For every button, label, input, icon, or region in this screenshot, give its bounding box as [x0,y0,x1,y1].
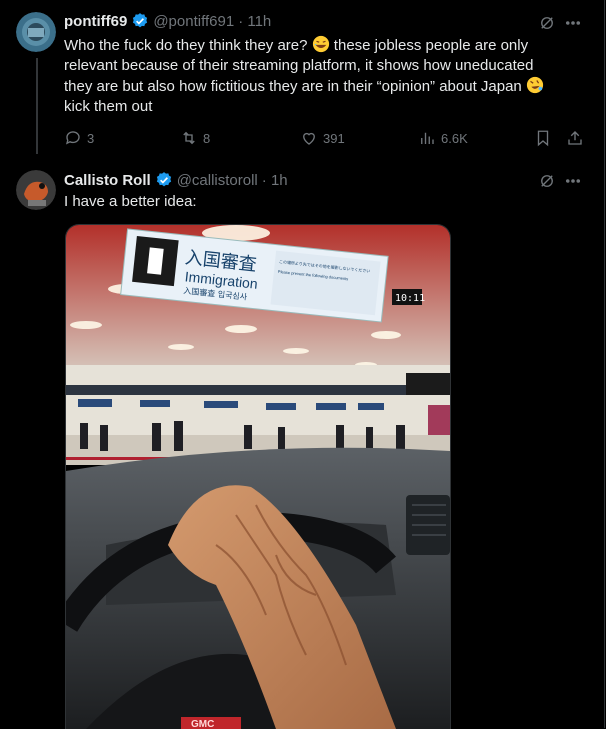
reply-button[interactable]: 3 [64,129,94,147]
display-name[interactable]: Callisto Roll [64,172,151,189]
tweet-header: pontiff69 @pontiff691 · 11h [64,12,271,30]
avatar[interactable] [16,12,56,52]
thread-line [36,58,38,154]
clock-display: 10:11 [395,293,425,304]
views-button[interactable]: 6.6K [418,129,468,147]
tweet-text-part: kick them out [64,98,153,115]
grok-icon[interactable] [538,172,556,195]
avatar[interactable] [16,170,56,210]
more-icon[interactable] [564,172,582,195]
like-button[interactable]: 391 [300,129,345,147]
more-icon[interactable] [564,14,582,37]
reply-icon [65,131,80,145]
share-button[interactable] [566,129,584,147]
verified-icon [133,13,148,28]
grok-icon[interactable] [538,14,556,37]
repost-icon [183,131,195,145]
rofl-emoji [526,76,544,94]
tweet-header: Callisto Roll @callistoroll · 1h [64,171,288,189]
tweet-text-part: Who the fuck do they think they are? [64,37,312,54]
timestamp[interactable]: · 11h [238,13,271,30]
bookmark-button[interactable] [534,129,552,147]
tweet-media-image[interactable]: 入国審査 Immigration 入国審査 입국심사 この場所より先ではその他を… [65,224,451,729]
reply-count: 3 [87,130,95,146]
display-name[interactable]: pontiff69 [64,13,127,30]
bookmark-icon [537,130,549,147]
like-icon [303,132,315,145]
views-icon [421,132,434,144]
user-handle[interactable]: @pontiff691 [153,13,234,30]
views-count: 6.6K [441,130,468,146]
user-handle[interactable]: @callistoroll [177,172,258,189]
action-bar: 3 8 391 6.6K [56,129,586,149]
timeline-frame: pontiff69 @pontiff691 · 11h Who the fuck… [0,0,605,729]
tweet-text: I have a better idea: [64,193,197,210]
like-count: 391 [323,130,345,146]
share-icon [568,131,582,145]
immigration-photo: 入国審査 Immigration 入国審査 입국심사 この場所より先ではその他を… [66,225,450,729]
repost-count: 8 [203,130,211,146]
timestamp[interactable]: · 1h [262,172,288,189]
laughing-emoji [312,35,329,53]
repost-button[interactable]: 8 [180,129,210,147]
verified-icon [156,172,171,187]
tweet-text: Who the fuck do they think they are? the… [64,35,554,117]
